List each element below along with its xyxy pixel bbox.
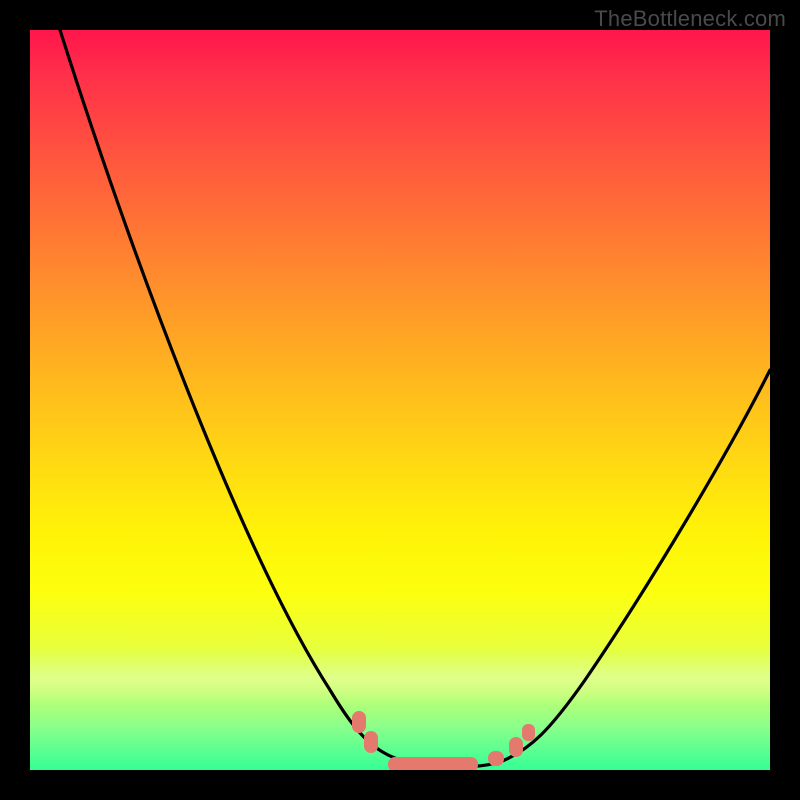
curve-path xyxy=(60,30,770,767)
bottleneck-curve xyxy=(30,30,770,770)
chart-frame: TheBottleneck.com xyxy=(0,0,800,800)
plot-area xyxy=(30,30,770,770)
watermark-text: TheBottleneck.com xyxy=(594,6,786,32)
trough-markers xyxy=(352,711,535,770)
